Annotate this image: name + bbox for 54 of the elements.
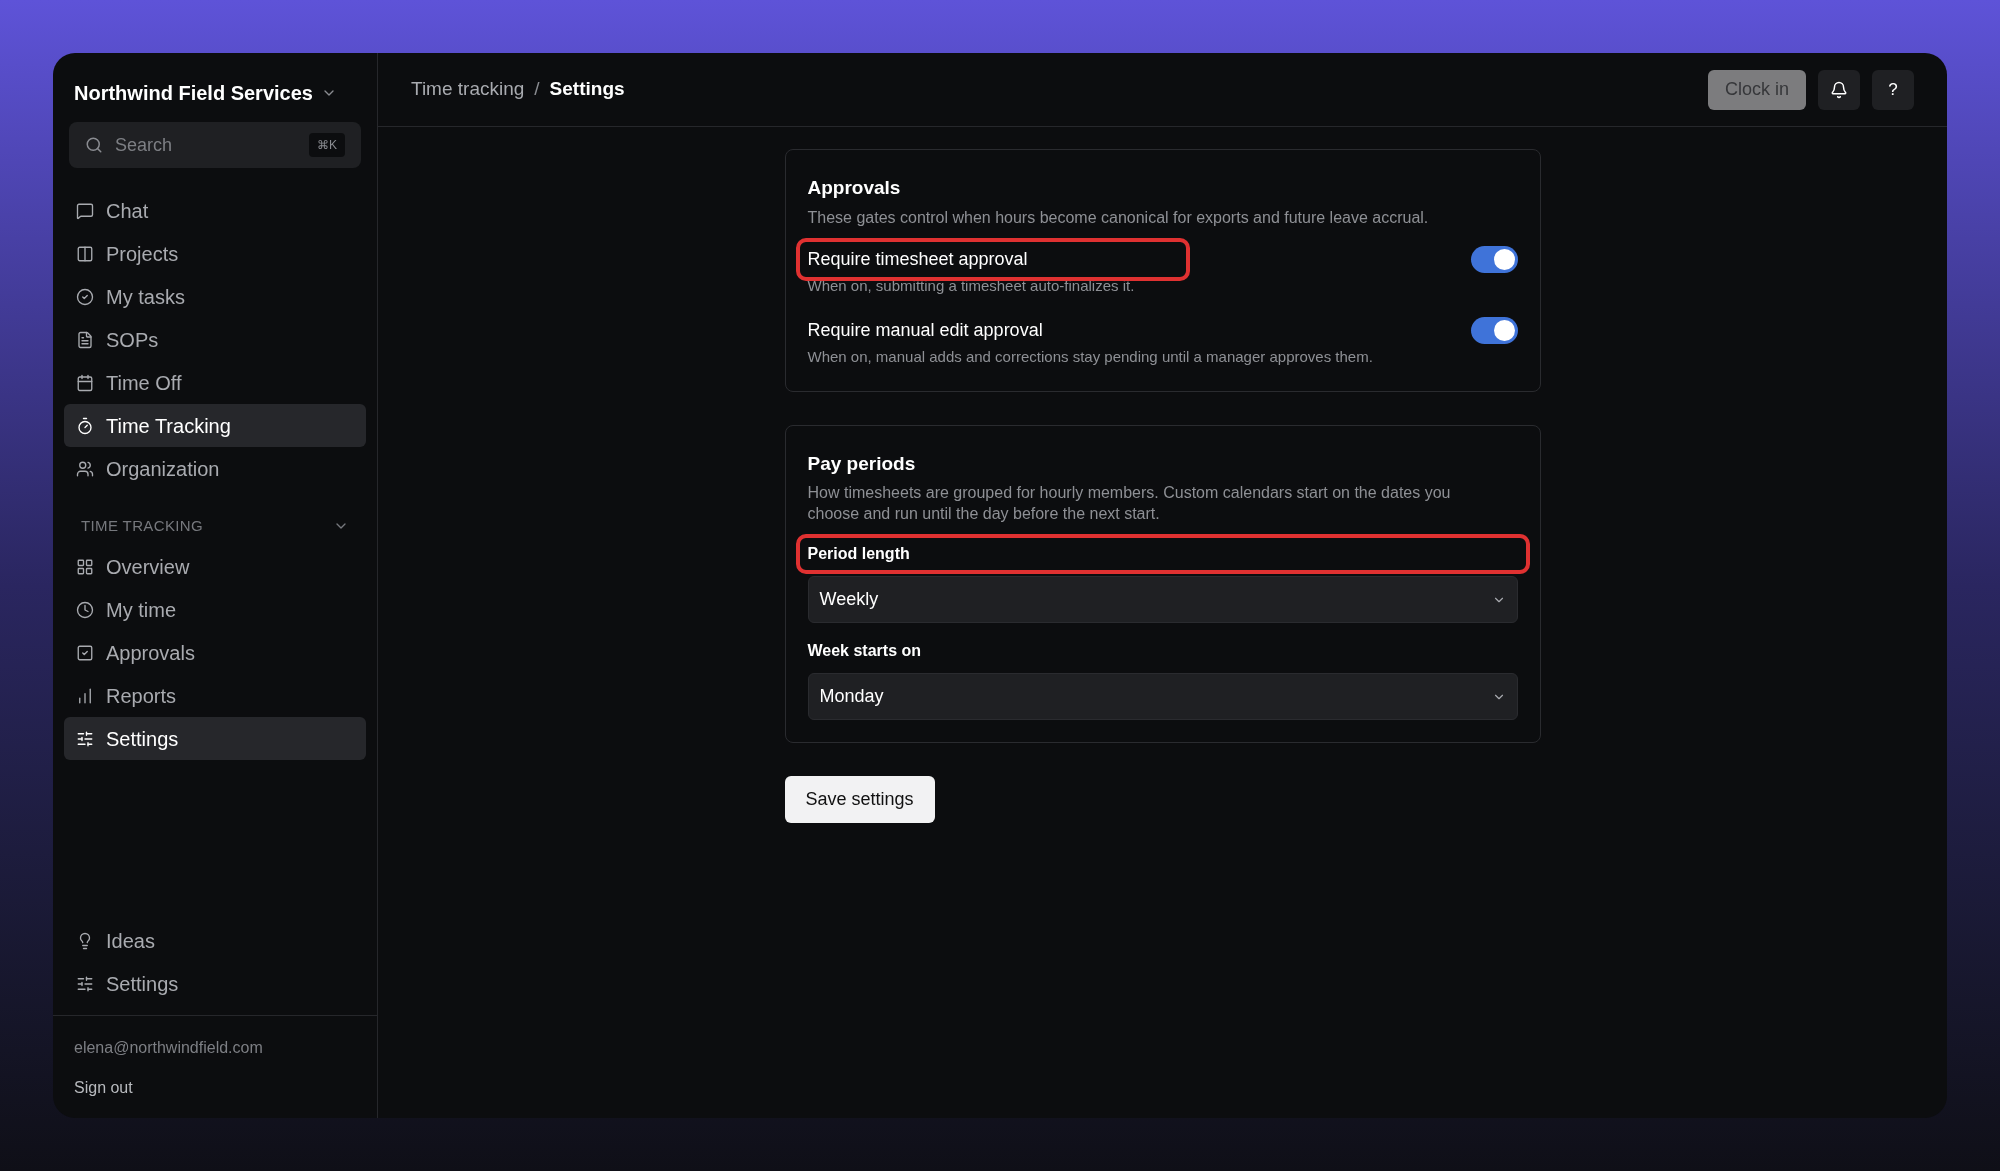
help-button[interactable]: ? (1872, 69, 1914, 110)
save-settings-button[interactable]: Save settings (784, 776, 935, 823)
breadcrumb-separator: / (534, 77, 540, 102)
bell-icon (1830, 80, 1848, 99)
sidebar-item[interactable]: Chat (64, 189, 366, 232)
sidebar-item[interactable]: Projects (64, 232, 366, 275)
card-title: Approvals (807, 176, 902, 200)
section-heading: TIME TRACKING (81, 515, 204, 536)
toggle-switch[interactable] (1470, 245, 1518, 273)
breadcrumb-item[interactable]: Time tracking (411, 75, 525, 104)
sidebar-item[interactable]: Time Off (64, 361, 366, 404)
sidebar-item[interactable]: Approvals (64, 631, 366, 674)
select-field[interactable]: Weekly (807, 576, 1518, 623)
setting-label: Require timesheet approval (807, 248, 1028, 269)
sidebar-item[interactable]: Time Tracking (64, 404, 366, 447)
toggle-switch[interactable] (1470, 317, 1518, 344)
columns-icon (76, 244, 94, 263)
setting-label: Require manual edit approval (807, 320, 1043, 340)
sidebar-item[interactable]: Organization (64, 447, 366, 490)
calendar-icon (76, 373, 94, 392)
people-icon (76, 459, 94, 478)
sidebar-item[interactable]: My time (64, 588, 366, 631)
sign-out-link[interactable]: Sign out (74, 1076, 356, 1100)
card-description: These gates control when hours become canonical for exports and future leave accrual. (807, 207, 1430, 228)
clock-icon (76, 600, 94, 619)
sidebar-item[interactable]: Reports (64, 674, 366, 717)
sliders-icon (76, 729, 94, 748)
check-circle-icon (76, 287, 94, 306)
workspace-name[interactable]: Northwind Field Services (74, 78, 313, 108)
bar-chart-icon (76, 686, 94, 705)
stopwatch-icon (76, 416, 94, 435)
account-email: elena@northwindfield.com (74, 1038, 264, 1058)
field-label: Week starts on (807, 642, 922, 659)
sidebar-item[interactable]: Settings (64, 962, 366, 1005)
sidebar-item[interactable]: Ideas (64, 919, 366, 962)
sidebar-item[interactable]: Overview (64, 545, 366, 588)
card-title: Pay periods (807, 451, 917, 476)
grid-icon (76, 557, 94, 576)
setting-description: When on, submitting a timesheet auto-finalizes it. (807, 275, 1136, 296)
chat-bubble-icon (76, 201, 94, 220)
breadcrumb-item: Settings (549, 77, 625, 102)
setting-description: When on, manual adds and corrections stay pending until a manager approves them. (807, 347, 1373, 367)
sliders-icon (76, 974, 94, 993)
select-field[interactable]: Monday (807, 673, 1518, 720)
field-label: Period length (807, 545, 910, 562)
sidebar-item[interactable]: SOPs (64, 318, 366, 361)
card-description: How timesheets are grouped for hourly members. Custom calendars start on the dates you choose and run until the day before the next start. (807, 483, 1452, 524)
sidebar-item[interactable]: Settings (64, 717, 366, 760)
search-icon (85, 136, 103, 154)
notifications-button[interactable] (1818, 69, 1860, 110)
checkbox-icon (76, 643, 94, 662)
sidebar-item[interactable]: My tasks (64, 275, 366, 318)
document-icon (76, 330, 94, 349)
shortcut-hint: ⌘K (309, 133, 345, 157)
